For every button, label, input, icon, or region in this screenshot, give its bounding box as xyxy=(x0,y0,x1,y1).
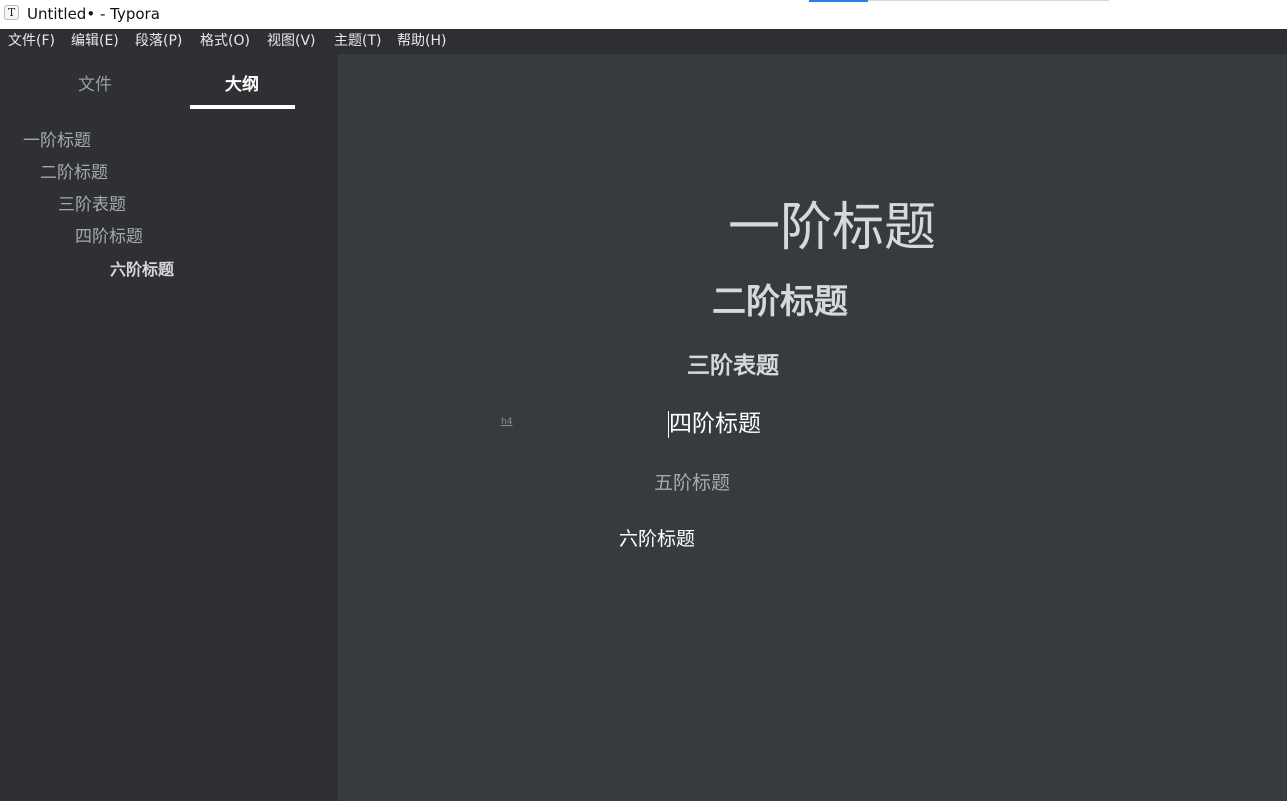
heading-3[interactable]: 三阶表题 xyxy=(687,355,779,378)
typora-app-icon: T xyxy=(4,5,19,20)
outline-item-level-6[interactable]: 六阶标题 xyxy=(110,259,174,281)
outline-item-level-1[interactable]: 一阶标题 xyxy=(23,130,91,152)
active-tab-indicator xyxy=(190,105,295,109)
menu-format[interactable]: 格式(O) xyxy=(200,33,250,50)
menu-file[interactable]: 文件(F) xyxy=(8,33,55,50)
editor[interactable]: 一阶标题 二阶标题 三阶表题 h4 四阶标题 五阶标题 六阶标题 xyxy=(338,54,1287,801)
tab-files[interactable]: 文件 xyxy=(78,74,112,96)
title-bar-accent-line xyxy=(809,0,868,2)
title-bar: T Untitled• - Typora xyxy=(0,0,1287,29)
outline-item-level-2[interactable]: 二阶标题 xyxy=(40,162,108,184)
sidebar: 文件 大纲 一阶标题 二阶标题 三阶表题 四阶标题 六阶标题 xyxy=(0,54,338,801)
heading-level-marker: h4 xyxy=(501,417,513,427)
menu-theme[interactable]: 主题(T) xyxy=(334,33,381,50)
heading-5[interactable]: 五阶标题 xyxy=(654,474,730,493)
menu-bar: 文件(F) 编辑(E) 段落(P) 格式(O) 视图(V) 主题(T) 帮助(H… xyxy=(0,29,1287,54)
title-bar-divider-line xyxy=(868,0,1109,1)
heading-1[interactable]: 一阶标题 xyxy=(728,202,936,254)
tab-outline[interactable]: 大纲 xyxy=(225,74,259,96)
outline-item-level-3[interactable]: 三阶表题 xyxy=(58,194,126,216)
menu-help[interactable]: 帮助(H) xyxy=(397,33,446,50)
heading-6[interactable]: 六阶标题 xyxy=(619,530,695,549)
heading-4[interactable]: 四阶标题 xyxy=(669,413,761,436)
window-title: Untitled• - Typora xyxy=(27,5,160,23)
menu-view[interactable]: 视图(V) xyxy=(267,33,316,50)
outline-item-level-4[interactable]: 四阶标题 xyxy=(75,226,143,248)
heading-2[interactable]: 二阶标题 xyxy=(712,285,848,319)
menu-paragraph[interactable]: 段落(P) xyxy=(135,33,182,50)
menu-edit[interactable]: 编辑(E) xyxy=(71,33,119,50)
